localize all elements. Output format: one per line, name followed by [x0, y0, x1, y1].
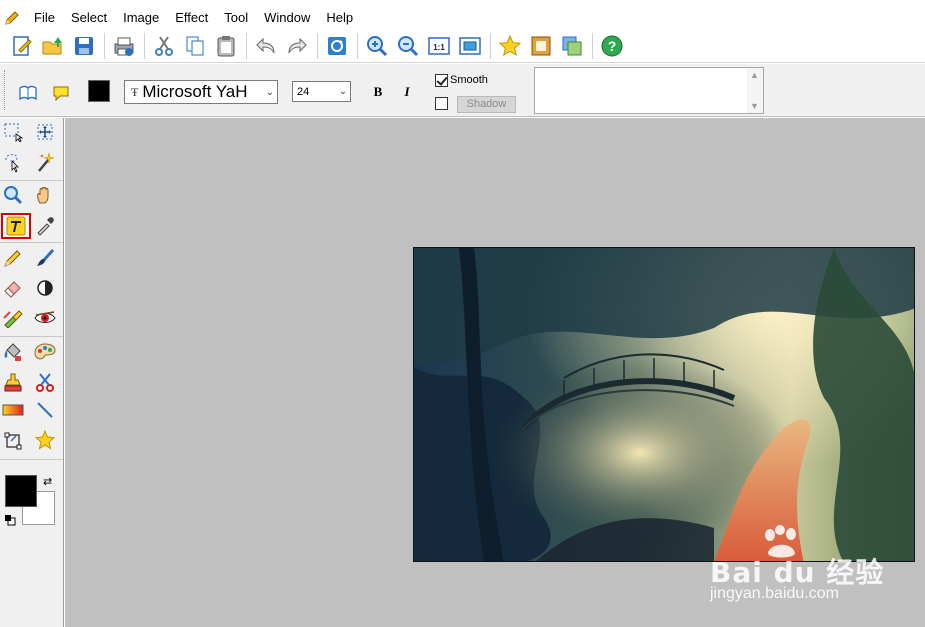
save-icon[interactable]: [71, 33, 97, 59]
rect-select-icon[interactable]: [2, 121, 24, 143]
cut-icon[interactable]: [151, 33, 177, 59]
scroll-down-icon[interactable]: ▼: [750, 101, 759, 111]
redo-icon[interactable]: [284, 33, 310, 59]
eraser-icon[interactable]: [2, 277, 24, 299]
zoom-icon[interactable]: [2, 184, 24, 206]
font-family-select[interactable]: Ŧ Microsoft YaH ⌄: [124, 80, 278, 104]
undo-icon[interactable]: [253, 33, 279, 59]
menu-select[interactable]: Select: [63, 7, 115, 28]
fit-window-icon[interactable]: [457, 33, 483, 59]
toolbar-grip[interactable]: [4, 70, 7, 110]
menu-tool[interactable]: Tool: [216, 7, 256, 28]
text-icon[interactable]: [1, 213, 31, 239]
frame-icon[interactable]: [528, 33, 554, 59]
menu-help[interactable]: Help: [318, 7, 361, 28]
menu-image[interactable]: Image: [115, 7, 167, 28]
swap-colors-icon[interactable]: ⇄: [43, 475, 52, 488]
forest-bridge-photo[interactable]: [413, 247, 915, 562]
red-eye-icon[interactable]: [34, 307, 56, 329]
menu-window[interactable]: Window: [256, 7, 318, 28]
scissors-icon[interactable]: [34, 371, 56, 393]
actual-size-label: 1:1: [433, 43, 445, 52]
menu-bar: File Select Image Effect Tool Window Hel…: [0, 7, 925, 28]
app-pencil-icon: [5, 10, 19, 25]
brush-icon[interactable]: [34, 247, 56, 269]
toolbar-separator: [317, 32, 318, 59]
shadow-checkbox[interactable]: [435, 97, 448, 110]
clone-icon[interactable]: [2, 307, 24, 329]
toolbar-separator: [592, 32, 593, 59]
transform-icon[interactable]: [2, 429, 24, 451]
toolbar-separator: [357, 32, 358, 59]
book-icon[interactable]: [18, 83, 38, 103]
tool-separator: [0, 242, 63, 243]
truetype-icon: Ŧ: [131, 84, 139, 99]
menu-effect[interactable]: Effect: [167, 7, 216, 28]
contrast-icon[interactable]: [34, 277, 56, 299]
actual-size-icon[interactable]: 1:1: [426, 33, 452, 59]
paint-bucket-icon[interactable]: [2, 341, 24, 363]
chevron-down-icon: ⌄: [265, 86, 275, 98]
stamp-icon[interactable]: [2, 371, 24, 393]
eyedropper-icon[interactable]: [34, 215, 56, 237]
text-input-area[interactable]: ▲ ▼: [534, 67, 764, 114]
bold-button[interactable]: B: [371, 84, 385, 100]
palette-icon[interactable]: [34, 341, 56, 363]
text-scrollbar[interactable]: ▲ ▼: [747, 68, 763, 113]
title-bar: [0, 0, 925, 6]
scroll-up-icon[interactable]: ▲: [750, 70, 759, 80]
toolbar-separator: [490, 32, 491, 59]
tool-separator: [0, 180, 63, 181]
lasso-select-icon[interactable]: [2, 151, 24, 173]
magic-wand-icon[interactable]: [34, 151, 56, 173]
hand-icon[interactable]: [34, 184, 56, 206]
menu-file[interactable]: File: [26, 7, 63, 28]
tool-palette: [0, 118, 64, 627]
help-icon[interactable]: ?: [599, 33, 625, 59]
shadow-button[interactable]: Shadow: [457, 96, 516, 113]
refresh-icon[interactable]: [324, 33, 350, 59]
toolbar-separator: [246, 32, 247, 59]
tool-separator: [0, 336, 63, 337]
effects-star-icon[interactable]: [34, 429, 56, 451]
new-icon[interactable]: [9, 33, 35, 59]
line-icon[interactable]: [34, 399, 56, 421]
font-name-value: Microsoft YaH: [142, 82, 248, 101]
italic-button[interactable]: I: [400, 84, 414, 100]
reset-colors-icon[interactable]: [4, 514, 16, 526]
font-size-value: 24: [297, 85, 310, 98]
copy-icon[interactable]: [182, 33, 208, 59]
font-size-select[interactable]: 24 ⌄: [292, 81, 351, 102]
zoom-out-icon[interactable]: [395, 33, 421, 59]
smooth-checkbox[interactable]: [435, 74, 448, 87]
svg-text:?: ?: [608, 38, 617, 54]
foreground-color-swatch[interactable]: [5, 475, 37, 507]
chevron-down-icon: ⌄: [338, 86, 348, 97]
toolbar-separator: [144, 32, 145, 59]
toolbar-separator: [104, 32, 105, 59]
layers-icon[interactable]: [559, 33, 585, 59]
star-icon[interactable]: [497, 33, 523, 59]
pencil-icon[interactable]: [2, 247, 24, 269]
print-icon[interactable]: [111, 33, 137, 59]
tool-separator: [0, 459, 63, 460]
text-color-swatch[interactable]: [88, 80, 110, 102]
gradient-icon[interactable]: [2, 399, 24, 421]
speech-bubble-icon[interactable]: [51, 83, 71, 103]
open-icon[interactable]: [40, 33, 66, 59]
main-toolbar: 1:1 ?: [0, 29, 925, 63]
smooth-label: Smooth: [450, 74, 488, 86]
zoom-in-icon[interactable]: [364, 33, 390, 59]
move-icon[interactable]: [34, 121, 56, 143]
paste-icon[interactable]: [213, 33, 239, 59]
